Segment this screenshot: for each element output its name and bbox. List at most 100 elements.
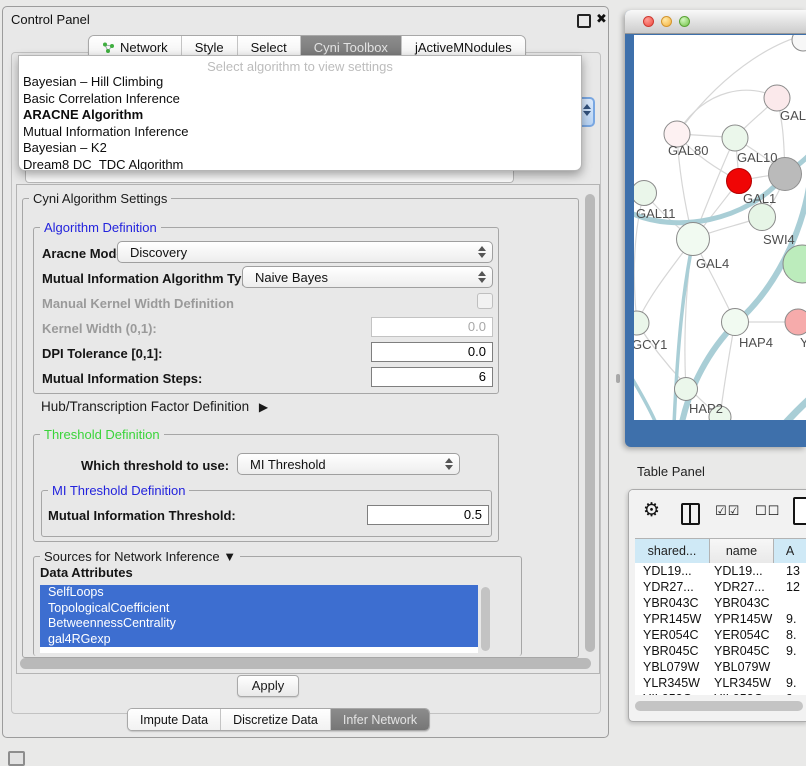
tab-label: Select: [251, 40, 287, 55]
table-toolbar: ⚙ ☑☑ ☐☐: [629, 490, 806, 536]
apply-button[interactable]: Apply: [237, 675, 299, 697]
attribute-item-topologicalcoefficient[interactable]: TopologicalCoefficient: [40, 601, 478, 617]
node-label-swi4: SWI4: [763, 232, 795, 247]
document-icon[interactable]: [793, 497, 806, 525]
kernel-width-label: Kernel Width (0,1):: [42, 321, 157, 336]
table-cell: 9.: [774, 643, 806, 659]
column-header-shared[interactable]: shared...: [635, 539, 710, 563]
tab-label: jActiveMNodules: [415, 40, 512, 55]
table-cell: YLR345W: [710, 675, 774, 691]
table-row[interactable]: YBL079WYBL079W: [635, 659, 806, 675]
mi-algorithm-type-combo[interactable]: Naive Bayes: [242, 266, 493, 288]
table-row[interactable]: YDR27...YDR27...12: [635, 579, 806, 595]
zoom-traffic-button[interactable]: [679, 16, 690, 27]
tab-label: Style: [195, 40, 224, 55]
table-row[interactable]: YBR043CYBR043C: [635, 595, 806, 611]
table-cell: YER054C: [635, 627, 710, 643]
group-title: Threshold Definition: [40, 427, 164, 442]
manual-kernel-width-label: Manual Kernel Width Definition: [42, 296, 234, 311]
network-edge[interactable]: [634, 375, 658, 420]
column-header-a[interactable]: A: [774, 539, 806, 563]
tab-infer-network[interactable]: Infer Network: [331, 709, 429, 730]
manual-kernel-width-checkbox[interactable]: [477, 293, 493, 309]
table-panel-title: Table Panel: [637, 464, 705, 479]
table-cell: 9.: [774, 611, 806, 627]
settings-vertical-scrollbar[interactable]: [584, 192, 596, 658]
table-horizontal-scrollbar[interactable]: [635, 701, 803, 711]
tab-discretize-data[interactable]: Discretize Data: [221, 709, 331, 730]
network-node-y[interactable]: [785, 309, 806, 335]
dpi-tolerance-field[interactable]: 0.0: [371, 342, 493, 362]
algorithm-item-bayesian-k2[interactable]: Bayesian – K2: [19, 140, 581, 157]
aracne-mode-combo[interactable]: Discovery: [117, 241, 493, 263]
attribute-item-betweennesscentrality[interactable]: BetweennessCentrality: [40, 616, 478, 632]
network-edge[interactable]: [681, 181, 806, 420]
select-all-checkboxes-icon[interactable]: ☑☑: [715, 503, 740, 519]
network-node-hap2[interactable]: [675, 378, 698, 401]
algorithm-item-mutual-information-inference[interactable]: Mutual Information Inference: [19, 124, 581, 141]
attribute-item-gal4rgexp[interactable]: gal4RGexp: [40, 632, 478, 648]
network-node-gal10[interactable]: [722, 125, 748, 151]
network-node-gal1[interactable]: [727, 169, 752, 194]
table-row[interactable]: YER054CYER054C8.: [635, 627, 806, 643]
tab-impute-data[interactable]: Impute Data: [128, 709, 221, 730]
algorithm-item-bayesian-hill-climbing[interactable]: Bayesian – Hill Climbing: [19, 74, 581, 91]
table-cell: YBR045C: [635, 643, 710, 659]
table-row[interactable]: YIL052CYIL052C9: [635, 691, 806, 695]
panel-splitter-handle[interactable]: [616, 374, 620, 383]
hub-factor-label: Hub/Transcription Factor Definition: [41, 399, 249, 414]
table-cell: YDR27...: [635, 579, 710, 595]
sources-title: Sources for Network Inference: [44, 549, 220, 564]
mi-threshold-field[interactable]: 0.5: [367, 505, 489, 525]
table-row[interactable]: YPR145WYPR145W9.: [635, 611, 806, 627]
column-header-name[interactable]: name: [710, 539, 774, 563]
group-title: Algorithm Definition: [40, 220, 161, 235]
network-node-gal4[interactable]: [677, 223, 710, 256]
attributes-scrollbar[interactable]: [481, 587, 491, 653]
hub-factor-expander[interactable]: Hub/Transcription Factor Definition ▶: [41, 399, 268, 414]
table-cell: 9.: [774, 675, 806, 691]
expander-expanded-icon[interactable]: ▼: [223, 549, 236, 564]
float-window-icon[interactable]: [577, 14, 591, 28]
algorithm-item-basic-correlation-inference[interactable]: Basic Correlation Inference: [19, 91, 581, 108]
columns-icon[interactable]: [681, 503, 700, 525]
network-node-swi4[interactable]: [749, 204, 776, 231]
data-attributes-list: SelfLoopsTopologicalCoefficientBetweenne…: [40, 585, 478, 653]
node-label-gal1: GAL1: [743, 191, 776, 206]
table-rows: YDL19...YDL19...13YDR27...YDR27...12YBR0…: [635, 563, 806, 695]
dpi-tolerance-label: DPI Tolerance [0,1]:: [42, 346, 162, 361]
table-row[interactable]: YLR345WYLR345W9.: [635, 675, 806, 691]
mi-threshold-label: Mutual Information Threshold:: [48, 508, 236, 523]
close-traffic-button[interactable]: [643, 16, 654, 27]
close-icon[interactable]: ✖: [596, 11, 607, 27]
mi-steps-field[interactable]: 6: [371, 367, 493, 387]
collapsed-panel-icon[interactable]: [8, 751, 25, 766]
algorithm-item-aracne-algorithm[interactable]: ARACNE Algorithm: [19, 107, 581, 124]
table-cell: YIL052C: [710, 691, 774, 695]
table-cell: YBR043C: [635, 595, 710, 611]
network-node-gal11[interactable]: [634, 181, 657, 206]
algorithm-list: Bayesian – Hill ClimbingBasic Correlatio…: [19, 74, 581, 171]
gear-icon[interactable]: ⚙: [643, 499, 660, 522]
which-threshold-combo[interactable]: MI Threshold: [237, 453, 460, 475]
group-title: Sources for Network Inference ▼: [40, 549, 240, 564]
tab-label: Cyni Toolbox: [314, 40, 388, 55]
network-node-gcy1[interactable]: [634, 311, 649, 335]
settings-horizontal-scrollbar[interactable]: [20, 658, 591, 669]
node-label-hap4: HAP4: [739, 335, 773, 350]
network-window-titlebar[interactable]: [625, 10, 806, 34]
table-row[interactable]: YDL19...YDL19...13: [635, 563, 806, 579]
group-title: Cyni Algorithm Settings: [29, 191, 171, 206]
node-label-gcy1: GCY1: [634, 337, 667, 352]
network-node-hap4[interactable]: [722, 309, 749, 336]
network-edge[interactable]: [782, 394, 806, 420]
which-threshold-value: MI Threshold: [250, 457, 326, 472]
kernel-width-field[interactable]: 0.0: [371, 317, 493, 337]
network-node[interactable]: [792, 35, 806, 51]
attribute-item-selfloops[interactable]: SelfLoops: [40, 585, 478, 601]
minimize-traffic-button[interactable]: [661, 16, 672, 27]
network-canvas[interactable]: GALGAL80GAL10GAL1GAL11SWI4GAL4GCY1HAP4YH…: [634, 35, 806, 420]
algorithm-item-dream8-dc-tdc-algorithm[interactable]: Dream8 DC_TDC Algorithm: [19, 157, 581, 172]
table-row[interactable]: YBR045CYBR045C9.: [635, 643, 806, 659]
deselect-all-checkboxes-icon[interactable]: ☐☐: [755, 503, 780, 519]
